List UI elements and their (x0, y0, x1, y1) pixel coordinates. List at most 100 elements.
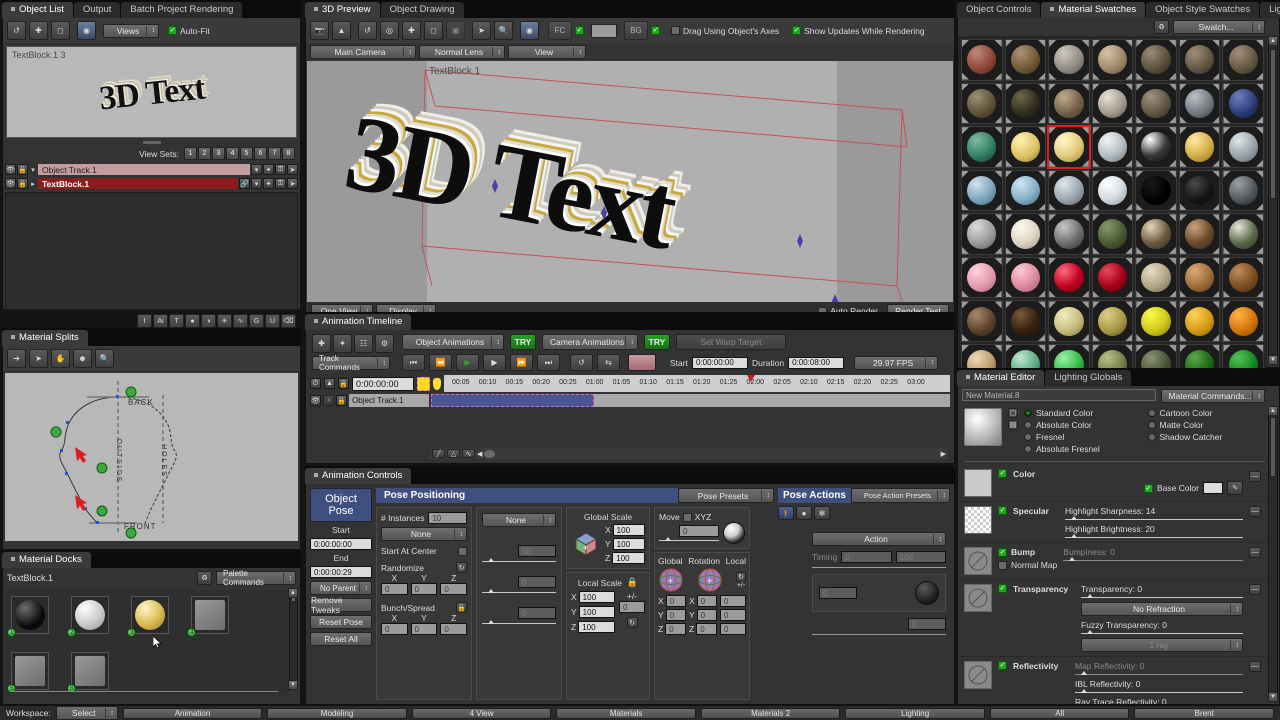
material-swatch-39[interactable] (1091, 256, 1134, 299)
play-icon[interactable]: ▶ (483, 354, 506, 371)
ray-dropdown[interactable]: 1 ray (1081, 638, 1243, 652)
palette-commands-dropdown[interactable]: Palette Commands (216, 569, 296, 587)
material-swatch-49[interactable] (1222, 300, 1265, 343)
foreground-checkbox[interactable]: ✓ (575, 26, 584, 35)
start-at-center-checkbox[interactable] (458, 546, 467, 556)
swatch-scrollbar[interactable] (1268, 36, 1278, 365)
action-dropdown[interactable]: Action (812, 532, 946, 546)
zoom-tool-icon[interactable]: 🔍 (494, 21, 513, 40)
action-bottom-field[interactable]: 0 (908, 618, 946, 630)
track-key-icon[interactable]: ⚿ (275, 164, 286, 175)
view-set-2[interactable]: 2 (198, 147, 211, 160)
action-sphere-icon[interactable]: ● (796, 506, 812, 520)
mid-dropdown[interactable]: None (482, 513, 556, 527)
ping-pong-icon[interactable]: ⇆ (597, 354, 620, 371)
rand-x-field[interactable]: 0 (381, 583, 408, 595)
material-swatch-44[interactable] (1004, 300, 1047, 343)
material-swatch-9[interactable] (1004, 82, 1047, 125)
ls-x-field[interactable]: 100 (578, 591, 615, 603)
material-swatch-30[interactable] (1004, 213, 1047, 255)
object-preview[interactable]: TextBlock.1 3 3D Text (6, 46, 297, 138)
move-dial[interactable] (723, 522, 745, 544)
light-cone-icon[interactable]: ▲ (332, 21, 351, 40)
track-anim-icon[interactable]: ✦ (263, 164, 274, 175)
action-value-field[interactable]: 0 (819, 587, 857, 599)
material-swatch-42[interactable] (1222, 256, 1265, 299)
tab-object-controls[interactable]: Object Controls (957, 2, 1041, 18)
tool-wave-icon[interactable]: ∿ (233, 314, 248, 328)
material-swatch-7[interactable] (1222, 39, 1265, 81)
workspace-animation-button[interactable]: Animation (122, 707, 263, 719)
scale-object-icon[interactable]: ◻ (51, 21, 70, 40)
foreground-color-button[interactable]: FC (548, 21, 572, 40)
normal-map-checkbox[interactable] (998, 560, 1007, 570)
rand-y-field[interactable]: 0 (410, 583, 438, 595)
randomize-refresh-icon[interactable]: ↻ (456, 562, 467, 573)
material-swatch-26[interactable] (1135, 169, 1177, 212)
workspace-all-button[interactable]: All (989, 707, 1130, 719)
auto-fit-checkbox[interactable]: ✓ (168, 26, 177, 35)
mid-value-1[interactable]: 50 (518, 545, 556, 557)
no-parent-dropdown[interactable]: No Parent (310, 581, 372, 595)
material-editor-scrollbar[interactable] (1268, 406, 1278, 702)
timing-end-field[interactable]: 100 (895, 551, 947, 563)
timeline-clock-icon[interactable]: ⏱ (310, 378, 321, 389)
material-swatch-47[interactable] (1135, 300, 1177, 343)
workspace-brent-button[interactable]: Brent (1134, 707, 1274, 719)
background-checkbox[interactable]: ✓ (651, 26, 660, 35)
lock-icon[interactable]: 🔒 (17, 164, 28, 175)
ibl-reflectivity-slider[interactable] (1075, 689, 1243, 693)
timeline-playhead[interactable] (746, 375, 755, 382)
go-to-end-icon[interactable]: ⏭ (537, 354, 560, 371)
orbit-icon[interactable]: ↺ (358, 21, 377, 40)
timeline-scroll-right-icon[interactable]: ▶ (941, 450, 946, 458)
swatch-scroll-down-icon[interactable]: ▼ (1268, 355, 1278, 365)
material-swatch-48[interactable] (1178, 300, 1221, 343)
tab-object-list[interactable]: Object List (2, 2, 73, 18)
material-swatch-10[interactable] (1048, 82, 1090, 125)
move-slider[interactable] (659, 537, 719, 541)
visibility-eye-icon[interactable]: 👁 (5, 164, 16, 175)
timeline-scroll-left-icon[interactable]: ◀ (477, 450, 482, 458)
timing-start-field[interactable]: 0 (841, 551, 892, 563)
material-swatch-17[interactable] (1047, 125, 1091, 169)
editor-scroll-up-icon[interactable]: ▲ (1268, 406, 1278, 416)
camera-animations-dropdown[interactable]: Camera Animations (542, 334, 638, 350)
remove-tweaks-button[interactable]: Remove Tweaks (310, 595, 372, 615)
workspace-materials2-button[interactable]: Materials 2 (700, 707, 841, 719)
tool-ai-icon[interactable]: Ai (153, 314, 168, 328)
timeline-lock-icon[interactable]: 🔒 (338, 378, 349, 389)
rg-y-field[interactable]: 0 (665, 609, 686, 621)
transparency-thumbnail[interactable] (964, 584, 992, 612)
instances-field[interactable]: 10 (428, 512, 467, 524)
move-object-icon[interactable]: ✚ (29, 21, 48, 40)
tab-animation-controls[interactable]: Animation Controls (305, 468, 412, 484)
track-key-icon-textblock[interactable]: ⚿ (275, 178, 286, 189)
view-set-7[interactable]: 7 (268, 147, 281, 160)
material-swatch-31[interactable] (1048, 213, 1090, 255)
timeline-track-lane[interactable] (431, 394, 950, 407)
track-collapse-icon[interactable]: ▾ (251, 164, 262, 175)
highlight-brightness-slider[interactable] (1065, 534, 1243, 538)
material-swatch-27[interactable] (1178, 169, 1221, 212)
workspace-materials-button[interactable]: Materials (556, 707, 696, 719)
mode-absolute-color[interactable]: Absolute Color (1024, 420, 1142, 431)
tab-batch-project-rendering[interactable]: Batch Project Rendering (121, 2, 243, 18)
tab-3d-preview[interactable]: 3D Preview (305, 2, 380, 18)
material-swatch-25[interactable] (1091, 169, 1134, 212)
visibility-eye-icon-textblock[interactable]: 👁 (5, 178, 16, 189)
rl2-x-field[interactable]: 0 (720, 595, 746, 607)
fps-dropdown[interactable]: 29.97 FPS (854, 355, 939, 370)
action-walk-icon[interactable]: 🚶 (778, 506, 794, 520)
track-commands-dropdown[interactable]: Track Commands (312, 354, 390, 372)
material-swatch-34[interactable] (1178, 213, 1221, 255)
specular-enabled-checkbox[interactable]: ✓ (998, 506, 1007, 515)
add-key-icon[interactable]: ✦ (333, 334, 352, 353)
view-dropdown[interactable]: View (508, 45, 586, 59)
bumpiness-slider[interactable] (1063, 557, 1243, 561)
local-rotation-gizmo-icon[interactable]: + (697, 567, 723, 593)
gs-y-field[interactable]: 100 (612, 538, 645, 550)
color-enabled-checkbox[interactable]: ✓ (998, 469, 1007, 478)
object-try-button[interactable]: TRY (510, 334, 536, 350)
material-swatch-11[interactable] (1091, 82, 1134, 125)
